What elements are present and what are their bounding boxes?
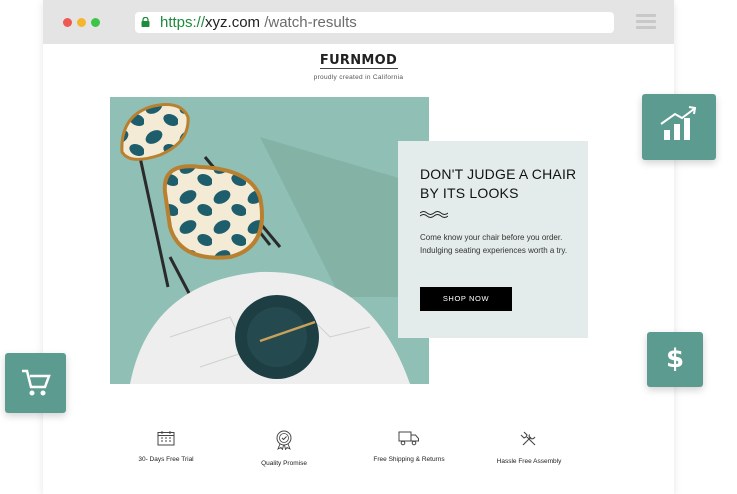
feature-quality: Quality Promise xyxy=(229,430,339,467)
url-scheme: https:// xyxy=(160,14,206,31)
maximize-window-dot[interactable] xyxy=(91,18,100,27)
cart-icon xyxy=(22,369,51,396)
lock-icon xyxy=(141,17,150,27)
feature-label: Free Shipping & Returns xyxy=(373,456,445,463)
wave-divider-icon xyxy=(420,211,448,218)
url-text: https://xyz.com /watch-results xyxy=(160,12,357,33)
brand-tagline: proudly created in California xyxy=(313,74,404,81)
feature-assembly: Hassle Free Assembly xyxy=(474,430,584,465)
feature-label: 30- Days Free Trial xyxy=(138,456,194,463)
promo-description: Come know your chair before you order. I… xyxy=(420,233,568,255)
promo-title: DON'T JUDGE A CHAIR BY ITS LOOKS xyxy=(420,166,577,201)
quality-badge-icon xyxy=(276,430,292,450)
menu-icon[interactable] xyxy=(636,14,656,30)
browser-window: https://xyz.com /watch-results FURNMOD p… xyxy=(43,0,674,494)
promo-card: DON'T JUDGE A CHAIR BY ITS LOOKS Come kn… xyxy=(398,141,588,338)
close-window-dot[interactable] xyxy=(63,18,72,27)
feature-label: Quality Promise xyxy=(261,460,307,467)
tools-icon xyxy=(520,431,536,446)
feature-shipping: Free Shipping & Returns xyxy=(354,430,464,463)
feature-free-trial: 30- Days Free Trial xyxy=(111,430,221,463)
hero-image xyxy=(110,97,429,384)
growth-chart-card xyxy=(642,94,716,160)
url-domain: xyz.com xyxy=(205,14,261,31)
truck-icon xyxy=(398,431,419,446)
hero-illustration xyxy=(110,97,429,384)
browser-toolbar: https://xyz.com /watch-results xyxy=(43,0,674,44)
brand-underline xyxy=(320,68,398,69)
cart-card xyxy=(5,353,66,413)
minimize-window-dot[interactable] xyxy=(77,18,86,27)
feature-label: Hassle Free Assembly xyxy=(496,458,562,465)
brand-logo[interactable]: FURNMOD xyxy=(43,53,674,68)
address-bar[interactable]: https://xyz.com /watch-results xyxy=(135,12,614,33)
dollar-icon: $ xyxy=(665,344,685,374)
shop-now-button[interactable]: SHOP NOW xyxy=(420,287,512,311)
url-path: /watch-results xyxy=(264,14,357,31)
dollar-card: $ xyxy=(647,332,703,387)
growth-chart-icon xyxy=(660,106,697,140)
calendar-icon xyxy=(157,431,175,446)
